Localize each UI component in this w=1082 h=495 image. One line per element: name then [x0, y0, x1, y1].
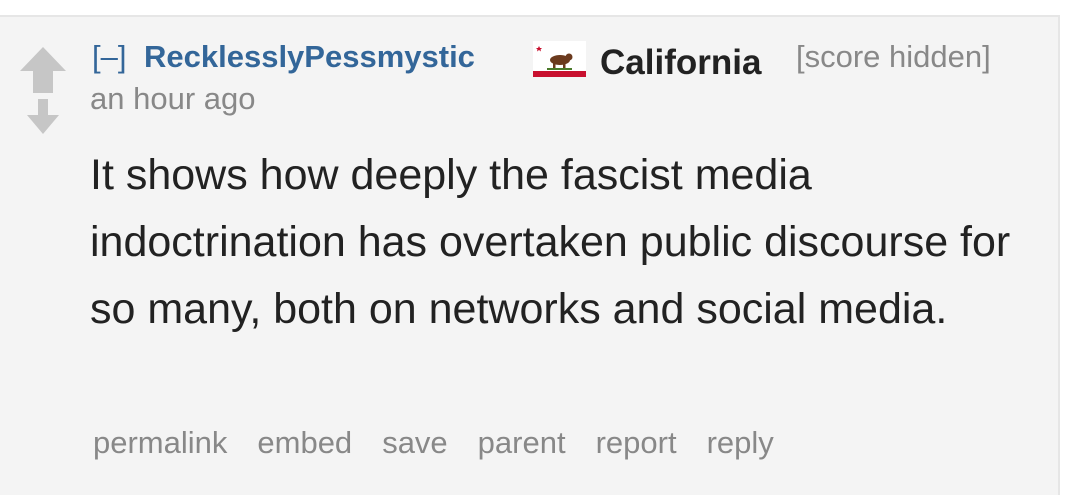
parent-button[interactable]: parent [478, 425, 566, 461]
permalink-button[interactable]: permalink [93, 425, 227, 461]
california-flag-icon [533, 41, 586, 77]
reply-button[interactable]: reply [707, 425, 774, 461]
upvote-arrow-icon[interactable] [18, 45, 68, 95]
embed-button[interactable]: embed [257, 425, 352, 461]
collapse-toggle[interactable]: [–] [92, 39, 126, 75]
comment-body: It shows how deeply the fascist media in… [90, 151, 1011, 333]
score-label: [score hidden] [796, 39, 991, 74]
comment-timestamp: an hour ago [90, 81, 256, 116]
save-button[interactable]: save [382, 425, 447, 461]
comment-actions: permalink embed save parent report reply [93, 425, 804, 461]
downvote-arrow-icon[interactable] [26, 99, 60, 135]
report-button[interactable]: report [596, 425, 677, 461]
comment: [–] RecklesslyPessmystic California [sco… [0, 15, 1060, 495]
user-flair-text: California [600, 43, 762, 82]
author-link[interactable]: RecklesslyPessmystic [144, 39, 475, 75]
